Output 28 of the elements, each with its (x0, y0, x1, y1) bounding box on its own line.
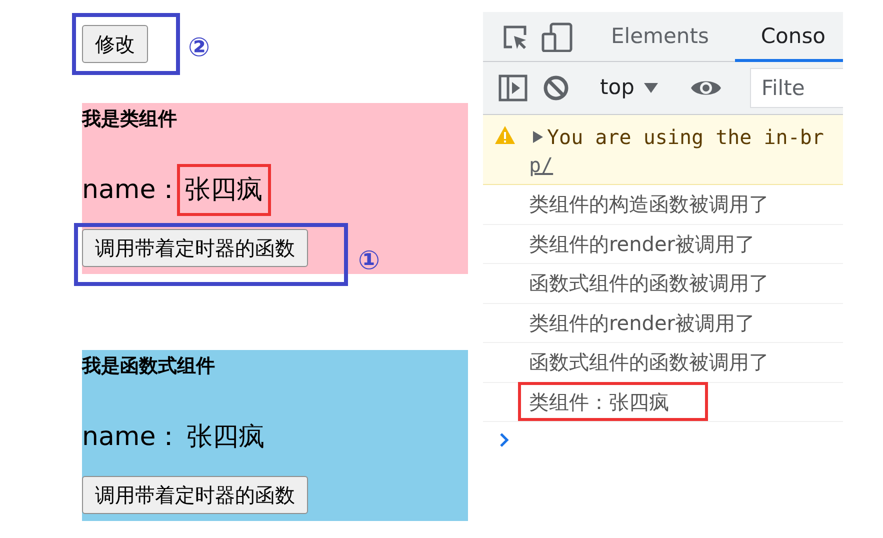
expand-arrow-icon[interactable] (533, 131, 543, 143)
timer-button[interactable]: 调用带着定时器的函数 (82, 229, 308, 267)
component-title: 我是函数式组件 (82, 354, 216, 379)
console-message: 类组件：张四疯 (518, 382, 708, 422)
timer-button[interactable]: 调用带着定时器的函数 (82, 476, 308, 514)
name-value: 张四疯 (176, 164, 271, 216)
prompt-chevron-icon[interactable] (499, 433, 509, 447)
context-dropdown[interactable]: top (600, 72, 658, 104)
device-icon[interactable] (541, 22, 573, 52)
filter-field[interactable]: Filte (750, 68, 843, 108)
marker-number: ① (358, 248, 380, 274)
console-message: 类组件的render被调用了 (529, 230, 755, 258)
component-title: 我是类组件 (82, 107, 178, 132)
devtools-tab[interactable]: Elements (585, 12, 735, 62)
console-message: 类组件的构造函数被调用了 (529, 191, 769, 218)
name-label: name： (82, 420, 182, 454)
marker-number: ② (188, 35, 210, 61)
warning-icon (494, 125, 516, 145)
modify-button[interactable]: 修改 (82, 25, 148, 63)
console-message: 函数式组件的函数被调用了 (529, 349, 769, 376)
name-value: 张四疯 (186, 420, 266, 454)
console-message: 类组件的render被调用了 (529, 310, 755, 337)
console-message: 函数式组件的函数被调用了 (529, 270, 769, 298)
sidebar-icon[interactable] (498, 74, 528, 102)
warning-message: You are using the in-br (547, 124, 824, 151)
clear-icon[interactable] (542, 74, 570, 102)
dropdown-arrow-icon (644, 83, 658, 93)
warning-link[interactable]: p/ (529, 151, 554, 179)
